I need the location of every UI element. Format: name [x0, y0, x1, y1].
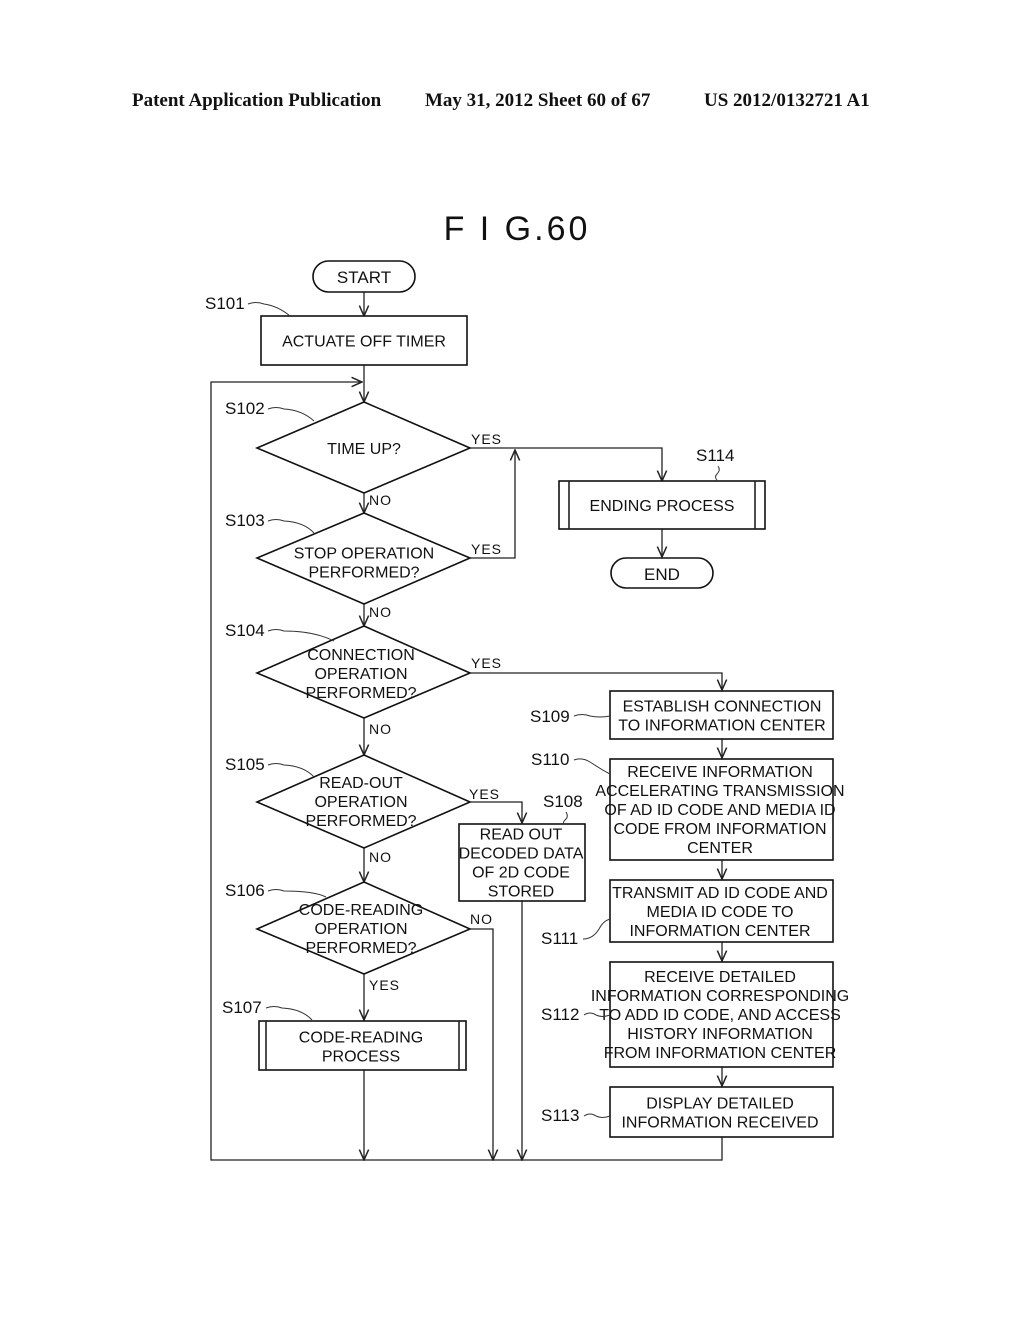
step-text-line: INFORMATION CENTER — [629, 923, 810, 940]
step-text-line: RECEIVE DETAILED — [644, 969, 796, 986]
s105-no-label: NO — [369, 849, 392, 865]
step-text-line: ENDING PROCESS — [590, 498, 735, 515]
step-id-s110: S110 — [531, 750, 569, 769]
step-text-line: CENTER — [687, 840, 753, 857]
decision-text: CONNECTION OPERATION PERFORMED? — [305, 647, 416, 702]
step-text-line: PERFORMED? — [308, 565, 419, 582]
decision-s106: CODE-READING OPERATION PERFORMED? — [254, 881, 473, 975]
start-terminal: START — [312, 260, 416, 293]
end-label: END — [644, 565, 680, 584]
s103-no-label: NO — [369, 604, 392, 620]
step-text: ACTUATE OFF TIMER — [282, 334, 446, 351]
step-id-s101: S101 — [205, 294, 245, 313]
step-id-s108: S108 — [543, 792, 583, 811]
step-text-line: OPERATION — [314, 794, 407, 811]
step-s107: CODE-READING PROCESS — [258, 1020, 467, 1071]
step-text-line: CONNECTION — [307, 647, 415, 664]
end-terminal: END — [610, 557, 714, 589]
step-text-line: TRANSMIT AD ID CODE AND — [612, 885, 828, 902]
step-text-line: STOP OPERATION — [294, 546, 434, 563]
step-text-line: ACCELERATING TRANSMISSION — [595, 783, 844, 800]
step-text-line: READ OUT — [480, 827, 563, 844]
step-text-line: ESTABLISH CONNECTION — [623, 699, 822, 716]
step-text-line: FROM INFORMATION CENTER — [604, 1045, 837, 1062]
step-text-line: ACTUATE OFF TIMER — [282, 334, 446, 351]
step-text-line: OF 2D CODE — [472, 865, 570, 882]
step-text-line: TO ADD ID CODE, AND ACCESS — [599, 1007, 841, 1024]
step-text-line: HISTORY INFORMATION — [627, 1026, 813, 1043]
step-text-line: STORED — [488, 884, 554, 901]
s105-yes-label: YES — [469, 786, 500, 802]
step-text-line: PERFORMED? — [305, 813, 416, 830]
step-text-line: MEDIA ID CODE TO — [647, 904, 794, 921]
step-id-s114: S114 — [696, 446, 734, 465]
step-text-line: TO INFORMATION CENTER — [618, 718, 825, 735]
step-s108: READ OUT DECODED DATA OF 2D CODE STORED — [458, 823, 586, 902]
step-text-line: DECODED DATA — [459, 846, 584, 863]
step-s109: ESTABLISH CONNECTION TO INFORMATION CENTE… — [609, 690, 834, 740]
s104-yes-label: YES — [471, 655, 502, 671]
decision-s105: READ-OUT OPERATION PERFORMED? — [254, 754, 472, 849]
step-text-line: PROCESS — [322, 1049, 400, 1066]
step-id-s112: S112 — [541, 1005, 579, 1024]
decision-text: TIME UP? — [327, 441, 401, 458]
step-id-s103: S103 — [225, 511, 265, 530]
step-text-line: OF AD ID CODE AND MEDIA ID — [604, 802, 835, 819]
step-s110: RECEIVE INFORMATION ACCELERATING TRANSMIS… — [595, 758, 845, 861]
step-text-line: DISPLAY DETAILED — [646, 1096, 794, 1113]
step-text-line: INFORMATION RECEIVED — [621, 1115, 818, 1132]
flowchart: START ACTUATE OFF TIMER TIME UP? STOP OP… — [205, 260, 849, 1320]
arrow-s105-yes-s108 — [470, 801, 522, 823]
decision-s104: CONNECTION OPERATION PERFORMED? — [254, 625, 473, 719]
s103-yes-label: YES — [471, 541, 502, 557]
step-text: ENDING PROCESS — [590, 498, 735, 515]
step-text-line: CODE-READING — [299, 1030, 423, 1047]
step-id-s109: S109 — [530, 707, 570, 726]
step-s113: DISPLAY DETAILED INFORMATION RECEIVED — [609, 1086, 834, 1138]
step-id-s102: S102 — [225, 399, 265, 418]
step-text-line: INFORMATION CORRESPONDING — [591, 988, 849, 1005]
decision-s103: STOP OPERATION PERFORMED? — [254, 512, 473, 605]
s104-no-label: NO — [369, 721, 392, 737]
decision-text: CODE-READING OPERATION PERFORMED? — [299, 902, 423, 957]
step-s111: TRANSMIT AD ID CODE AND MEDIA ID CODE TO I… — [609, 879, 834, 943]
arrow-s106-no — [470, 928, 493, 1160]
step-text-line: PERFORMED? — [305, 685, 416, 702]
step-id-s104: S104 — [225, 621, 265, 640]
step-text-line: RECEIVE INFORMATION — [627, 764, 813, 781]
arrow-s102-yes-s114 — [470, 447, 662, 481]
start-label: START — [337, 268, 391, 287]
decision-text: READ-OUT OPERATION PERFORMED? — [305, 775, 416, 830]
s106-yes-label: YES — [369, 977, 400, 993]
step-id-s105: S105 — [225, 755, 265, 774]
s106-no-label: NO — [470, 911, 493, 927]
arrow-s104-yes-s109 — [470, 672, 722, 690]
step-id-s107: S107 — [222, 998, 262, 1017]
step-s114: ENDING PROCESS — [558, 480, 766, 530]
step-text-line: PERFORMED? — [305, 940, 416, 957]
step-text-line: READ-OUT — [319, 775, 403, 792]
step-s112: RECEIVE DETAILED INFORMATION CORRESPONDIN… — [591, 961, 849, 1068]
step-text-line: OPERATION — [314, 921, 407, 938]
step-text-line: OPERATION — [314, 666, 407, 683]
step-text-line: CODE FROM INFORMATION — [613, 821, 826, 838]
step-s101: ACTUATE OFF TIMER — [260, 315, 468, 366]
s102-no-label: NO — [369, 492, 392, 508]
step-id-s106: S106 — [225, 881, 265, 900]
step-id-s111: S111 — [541, 929, 578, 948]
merge-line — [364, 1137, 723, 1161]
decision-s102: TIME UP? — [254, 401, 473, 494]
step-id-s113: S113 — [541, 1106, 579, 1125]
step-text-line: CODE-READING — [299, 902, 423, 919]
step-text-line: TIME UP? — [327, 441, 401, 458]
s102-yes-label: YES — [471, 431, 502, 447]
